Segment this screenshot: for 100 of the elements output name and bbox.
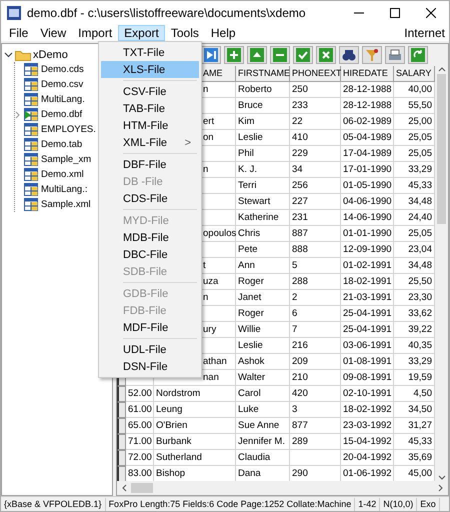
table-cell: 20-04-1992 [341, 450, 394, 466]
table-cell: 229 [290, 146, 341, 162]
binoculars-icon [342, 48, 356, 62]
menu-item[interactable]: TAB-File [101, 100, 199, 117]
table-cell: 72.00 [126, 450, 154, 466]
table-cell: Ashok [236, 354, 290, 370]
menu-item[interactable]: CDS-File [101, 190, 199, 207]
last-record-button[interactable] [201, 46, 221, 64]
table-cell: Stewart [236, 194, 290, 210]
table-icon [24, 153, 38, 166]
tree-item[interactable]: Demo.dbf [41, 109, 82, 120]
menu-item[interactable]: File [3, 25, 34, 41]
scroll-thumb[interactable] [437, 74, 446, 224]
table-icon [24, 78, 38, 91]
folder-icon [15, 48, 31, 60]
menu-item[interactable]: Export [118, 25, 165, 41]
tree-item[interactable]: MultiLang. [41, 94, 85, 105]
refresh-icon [411, 48, 425, 62]
up-triangle-button[interactable] [247, 46, 267, 64]
table-icon [24, 63, 38, 76]
printer-icon [388, 48, 402, 62]
plus-button[interactable] [224, 46, 244, 64]
table-cell: 888 [290, 242, 341, 258]
menu-item[interactable]: Help [204, 25, 242, 41]
column-header[interactable]: FIRSTNAME [236, 66, 290, 82]
tree-item[interactable]: Sample.xml [41, 199, 91, 210]
chevron-icon[interactable] [4, 50, 13, 59]
check-button[interactable] [293, 46, 313, 64]
table-cell: Sue Anne [236, 418, 290, 434]
table-cell: 03-06-1991 [341, 338, 394, 354]
tree-item[interactable]: Demo.xml [41, 169, 84, 180]
column-header[interactable]: SALARY [394, 66, 435, 82]
row-indicator[interactable] [117, 402, 126, 418]
table-cell: Phil [236, 146, 290, 162]
table-cell: 18-02-1991 [341, 274, 394, 290]
binoculars-button[interactable] [339, 46, 359, 64]
table-cell: 71.00 [126, 434, 154, 450]
plus-icon [227, 48, 241, 62]
menu-item[interactable]: TXT-File [101, 44, 199, 61]
table-cell: Roger [236, 274, 290, 290]
table-cell: Claudia [236, 450, 290, 466]
menu-item[interactable]: Internet [404, 26, 449, 40]
table-cell: 61.00 [126, 402, 154, 418]
table-cell: Luke [236, 402, 290, 418]
table-cell: 250 [290, 82, 341, 98]
table-cell: Roger [236, 306, 290, 322]
table-cell: 877 [290, 418, 341, 434]
x-icon [319, 48, 333, 62]
table-cell: 21-03-1991 [341, 290, 394, 306]
table-cell: Leslie [236, 130, 290, 146]
table-cell: Walter [236, 370, 290, 386]
table-cell: 210 [290, 370, 341, 386]
row-indicator[interactable] [117, 466, 126, 481]
table-cell: 420 [290, 386, 341, 402]
table-cell: 410 [290, 130, 341, 146]
table-cell: 289 [290, 434, 341, 450]
row-indicator[interactable] [117, 450, 126, 466]
table-cell: Leung [154, 402, 236, 418]
table-cell: Janet [236, 290, 290, 306]
funnel-button[interactable] [362, 46, 382, 64]
refresh-button[interactable] [408, 46, 428, 64]
table-cell: 23-03-1992 [341, 418, 394, 434]
table-play-icon [24, 108, 38, 121]
scroll-thumb[interactable] [131, 483, 153, 493]
table-cell: 06-02-1989 [341, 114, 394, 130]
minus-button[interactable] [270, 46, 290, 64]
table-cell: 233 [290, 98, 341, 114]
menu-item[interactable]: Tools [164, 25, 205, 41]
table-cell: Ann [236, 258, 290, 274]
printer-button[interactable] [385, 46, 405, 64]
table-cell: 15-04-1992 [341, 434, 394, 450]
tree-item[interactable]: Demo.cds [41, 64, 84, 75]
table-cell: 01-05-1990 [341, 178, 394, 194]
table-cell: 216 [290, 338, 341, 354]
menu-item[interactable]: XLS-File [101, 61, 199, 78]
row-indicator[interactable] [117, 434, 126, 450]
table-cell: Katherine [236, 210, 290, 226]
row-indicator[interactable] [117, 418, 126, 434]
last-record-icon [204, 48, 218, 62]
x-button[interactable] [316, 46, 336, 64]
table-cell: 5 [290, 258, 341, 274]
table-cell: 01-08-1991 [341, 354, 394, 370]
tree-item[interactable]: Demo.tab [41, 139, 82, 150]
tree-item[interactable]: EMPLOYES. [41, 124, 96, 135]
tree-item[interactable]: Sample_xm [41, 154, 92, 165]
table-cell: Kim [236, 114, 290, 130]
tree-item[interactable]: Demo.csv [41, 79, 84, 90]
table-cell: 887 [290, 226, 341, 242]
tree-item[interactable]: MultiLang.: [41, 184, 88, 195]
menu-item[interactable]: Import [72, 25, 118, 41]
tree-item[interactable]: xDemo [33, 48, 68, 60]
status-text: {xBase & VFPOLEDB.1} [1, 498, 106, 510]
minus-icon [273, 48, 287, 62]
row-indicator[interactable] [117, 386, 126, 402]
table-cell: Chris [236, 226, 290, 242]
menu-item[interactable]: View [34, 25, 72, 41]
column-header[interactable]: PHONEEXT [290, 66, 341, 82]
table-icon [24, 138, 38, 151]
column-header[interactable]: HIREDATE [341, 66, 394, 82]
table-cell: 01-02-1991 [341, 258, 394, 274]
